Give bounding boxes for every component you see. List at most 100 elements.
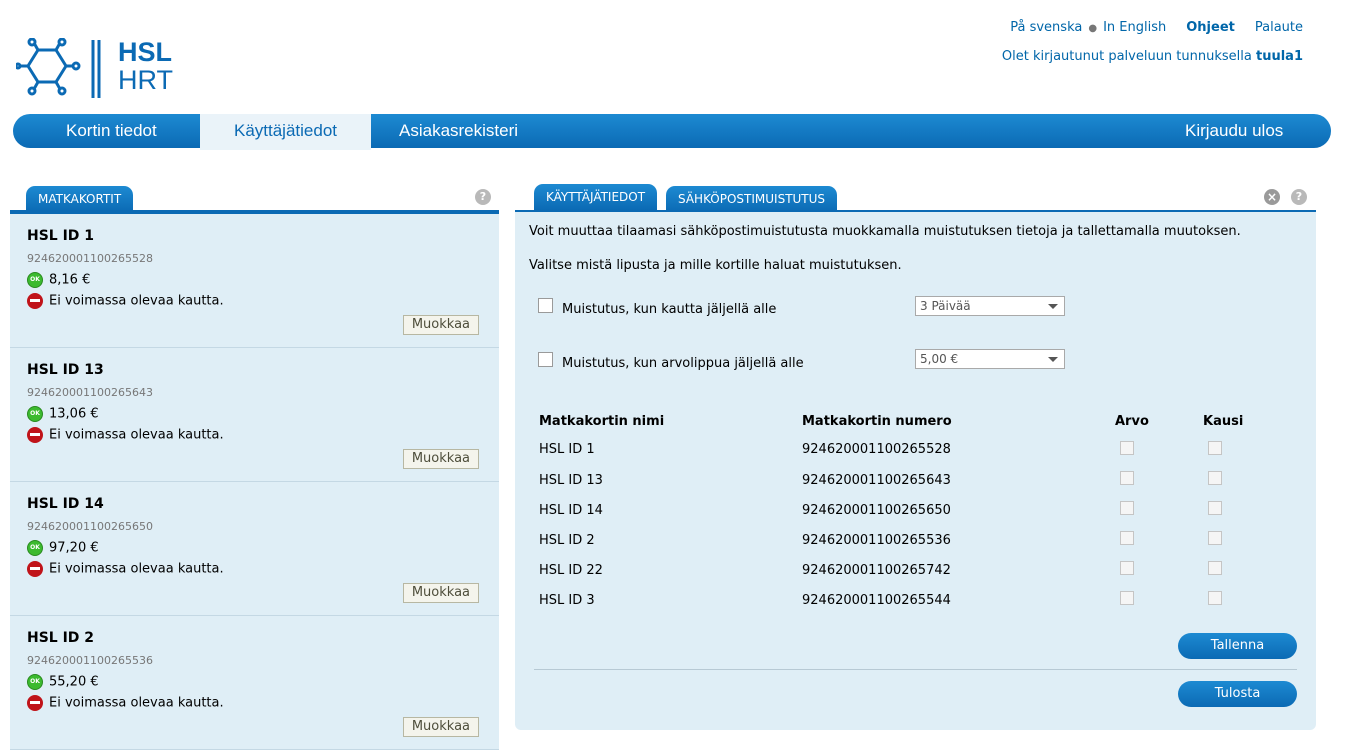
feedback-link[interactable]: Palaute [1255,20,1303,35]
edit-button[interactable]: Muokkaa [402,583,479,603]
card-value: 55,20 € [49,674,99,690]
main-nav: Kortin tiedot Käyttäjätiedot Asiakasreki… [13,114,1331,150]
row-card-name: HSL ID 13 [539,473,603,488]
value-reminder-label: Muistutus, kun arvolippua jäljellä alle [562,356,804,371]
row-card-name: HSL ID 14 [539,503,603,518]
card-list: HSL ID 1 924620001100265528 OK 8,16 € Ei … [10,214,499,750]
period-reminder-label: Muistutus, kun kautta jäljellä alle [562,302,777,317]
nav-customer-register[interactable]: Asiakasrekisteri [399,114,518,148]
no-entry-icon [27,427,43,443]
lang-english-link[interactable]: In English [1103,20,1166,35]
login-text: Olet kirjautunut palveluun tunnuksella [1001,49,1252,64]
tab-travel-cards[interactable]: MATKAKORTIT [26,186,134,212]
period-reminder-select[interactable]: 3 Päivää [915,296,1065,316]
period-checkbox[interactable] [1208,471,1222,485]
instruction-text: Valitse mistä lipusta ja mille kortille … [529,258,902,273]
card-status: Ei voimassa olevaa kautta. [49,695,224,711]
card-name: HSL ID 2 [27,630,95,646]
column-header-period: Kausi [1203,414,1244,429]
card-status-row: Ei voimassa olevaa kautta. [27,695,224,711]
value-reminder-select[interactable]: 5,00 € [915,349,1065,369]
edit-button[interactable]: Muokkaa [402,717,479,737]
value-checkbox[interactable] [1120,561,1134,575]
card-status: Ei voimassa olevaa kautta. [49,427,224,443]
card-name: HSL ID 14 [27,496,104,512]
card-status: Ei voimassa olevaa kautta. [49,293,224,309]
edit-button[interactable]: Muokkaa [402,449,479,469]
column-header-value: Arvo [1115,414,1149,429]
row-card-number: 924620001100265650 [802,503,951,518]
value-reminder-checkbox[interactable] [538,352,553,367]
row-card-name: HSL ID 2 [539,533,595,548]
print-button[interactable]: Tulosta [1178,681,1297,707]
value-checkbox[interactable] [1120,591,1134,605]
help-icon[interactable]: ? [475,189,491,205]
username: tuula1 [1256,49,1303,64]
no-entry-icon [27,561,43,577]
card-value-row: OK 97,20 € [27,540,99,556]
value-checkbox[interactable] [1120,441,1134,455]
travel-cards-panel: MATKAKORTIT ? HSL ID 1 92462000110026552… [10,186,499,750]
card-name: HSL ID 1 [27,228,95,244]
card-number: 924620001100265643 [27,386,153,399]
card-value-row: OK 8,16 € [27,272,90,288]
card-name: HSL ID 13 [27,362,104,378]
ok-icon: OK [27,540,43,556]
card-status-row: Ei voimassa olevaa kautta. [27,561,224,577]
tab-user-info[interactable]: KÄYTTÄJÄTIEDOT [534,184,658,210]
lang-swedish-link[interactable]: På svenska [1010,20,1082,35]
row-card-name: HSL ID 22 [539,563,603,578]
divider [534,669,1297,670]
ok-icon: OK [27,406,43,422]
card-value-row: OK 13,06 € [27,406,99,422]
save-button[interactable]: Tallenna [1178,633,1297,659]
column-header-name: Matkakortin nimi [539,414,665,429]
period-reminder-checkbox[interactable] [538,298,553,313]
card-item: HSL ID 2 924620001100265536 OK 55,20 € Ei… [10,616,499,750]
card-status: Ei voimassa olevaa kautta. [49,561,224,577]
login-info: Olet kirjautunut palveluun tunnuksella t… [1002,49,1303,64]
card-status-row: Ei voimassa olevaa kautta. [27,293,224,309]
period-checkbox[interactable] [1208,441,1222,455]
value-checkbox[interactable] [1120,471,1134,485]
intro-text: Voit muuttaa tilaamasi sähköpostimuistut… [529,224,1241,239]
logo-text-hsl: HSL [118,37,172,67]
card-item: HSL ID 13 924620001100265643 OK 13,06 € E… [10,348,499,482]
period-reminder-value: 3 Päivää [920,299,971,313]
period-checkbox[interactable] [1208,501,1222,515]
nav-card-info[interactable]: Kortin tiedot [66,114,157,148]
top-links: På svenska ● In English Ohjeet Palaute [1010,20,1303,35]
close-icon[interactable]: × [1264,189,1280,205]
card-number: 924620001100265650 [27,520,153,533]
card-value: 97,20 € [49,540,99,556]
column-header-number: Matkakortin numero [802,414,952,429]
value-checkbox[interactable] [1120,501,1134,515]
row-card-number: 924620001100265536 [802,533,951,548]
card-number: 924620001100265536 [27,654,153,667]
tab-email-reminder[interactable]: SÄHKÖPOSTIMUISTUTUS [666,186,838,212]
chevron-down-icon [1048,357,1058,362]
row-card-number: 924620001100265528 [802,442,951,457]
chevron-down-icon [1048,304,1058,309]
value-checkbox[interactable] [1120,531,1134,545]
period-checkbox[interactable] [1208,531,1222,545]
ok-icon: OK [27,272,43,288]
period-checkbox[interactable] [1208,591,1222,605]
nav-user-info[interactable]: Käyttäjätiedot [200,114,371,150]
card-value: 13,06 € [49,406,99,422]
help-link[interactable]: Ohjeet [1186,20,1235,35]
row-card-name: HSL ID 3 [539,593,595,608]
link-separator: ● [1088,23,1098,34]
period-checkbox[interactable] [1208,561,1222,575]
row-card-number: 924620001100265742 [802,563,951,578]
no-entry-icon [27,293,43,309]
help-icon[interactable]: ? [1291,189,1307,205]
email-reminder-content: Voit muuttaa tilaamasi sähköpostimuistut… [515,212,1316,730]
card-status-row: Ei voimassa olevaa kautta. [27,427,224,443]
hsl-logo[interactable]: HSL HRT [14,37,186,100]
email-reminder-panel: KÄYTTÄJÄTIEDOT SÄHKÖPOSTIMUISTUTUS × ? V… [515,184,1316,730]
card-item: HSL ID 1 924620001100265528 OK 8,16 € Ei … [10,214,499,348]
edit-button[interactable]: Muokkaa [402,315,479,335]
card-value-row: OK 55,20 € [27,674,99,690]
nav-logout[interactable]: Kirjaudu ulos [1185,114,1283,148]
